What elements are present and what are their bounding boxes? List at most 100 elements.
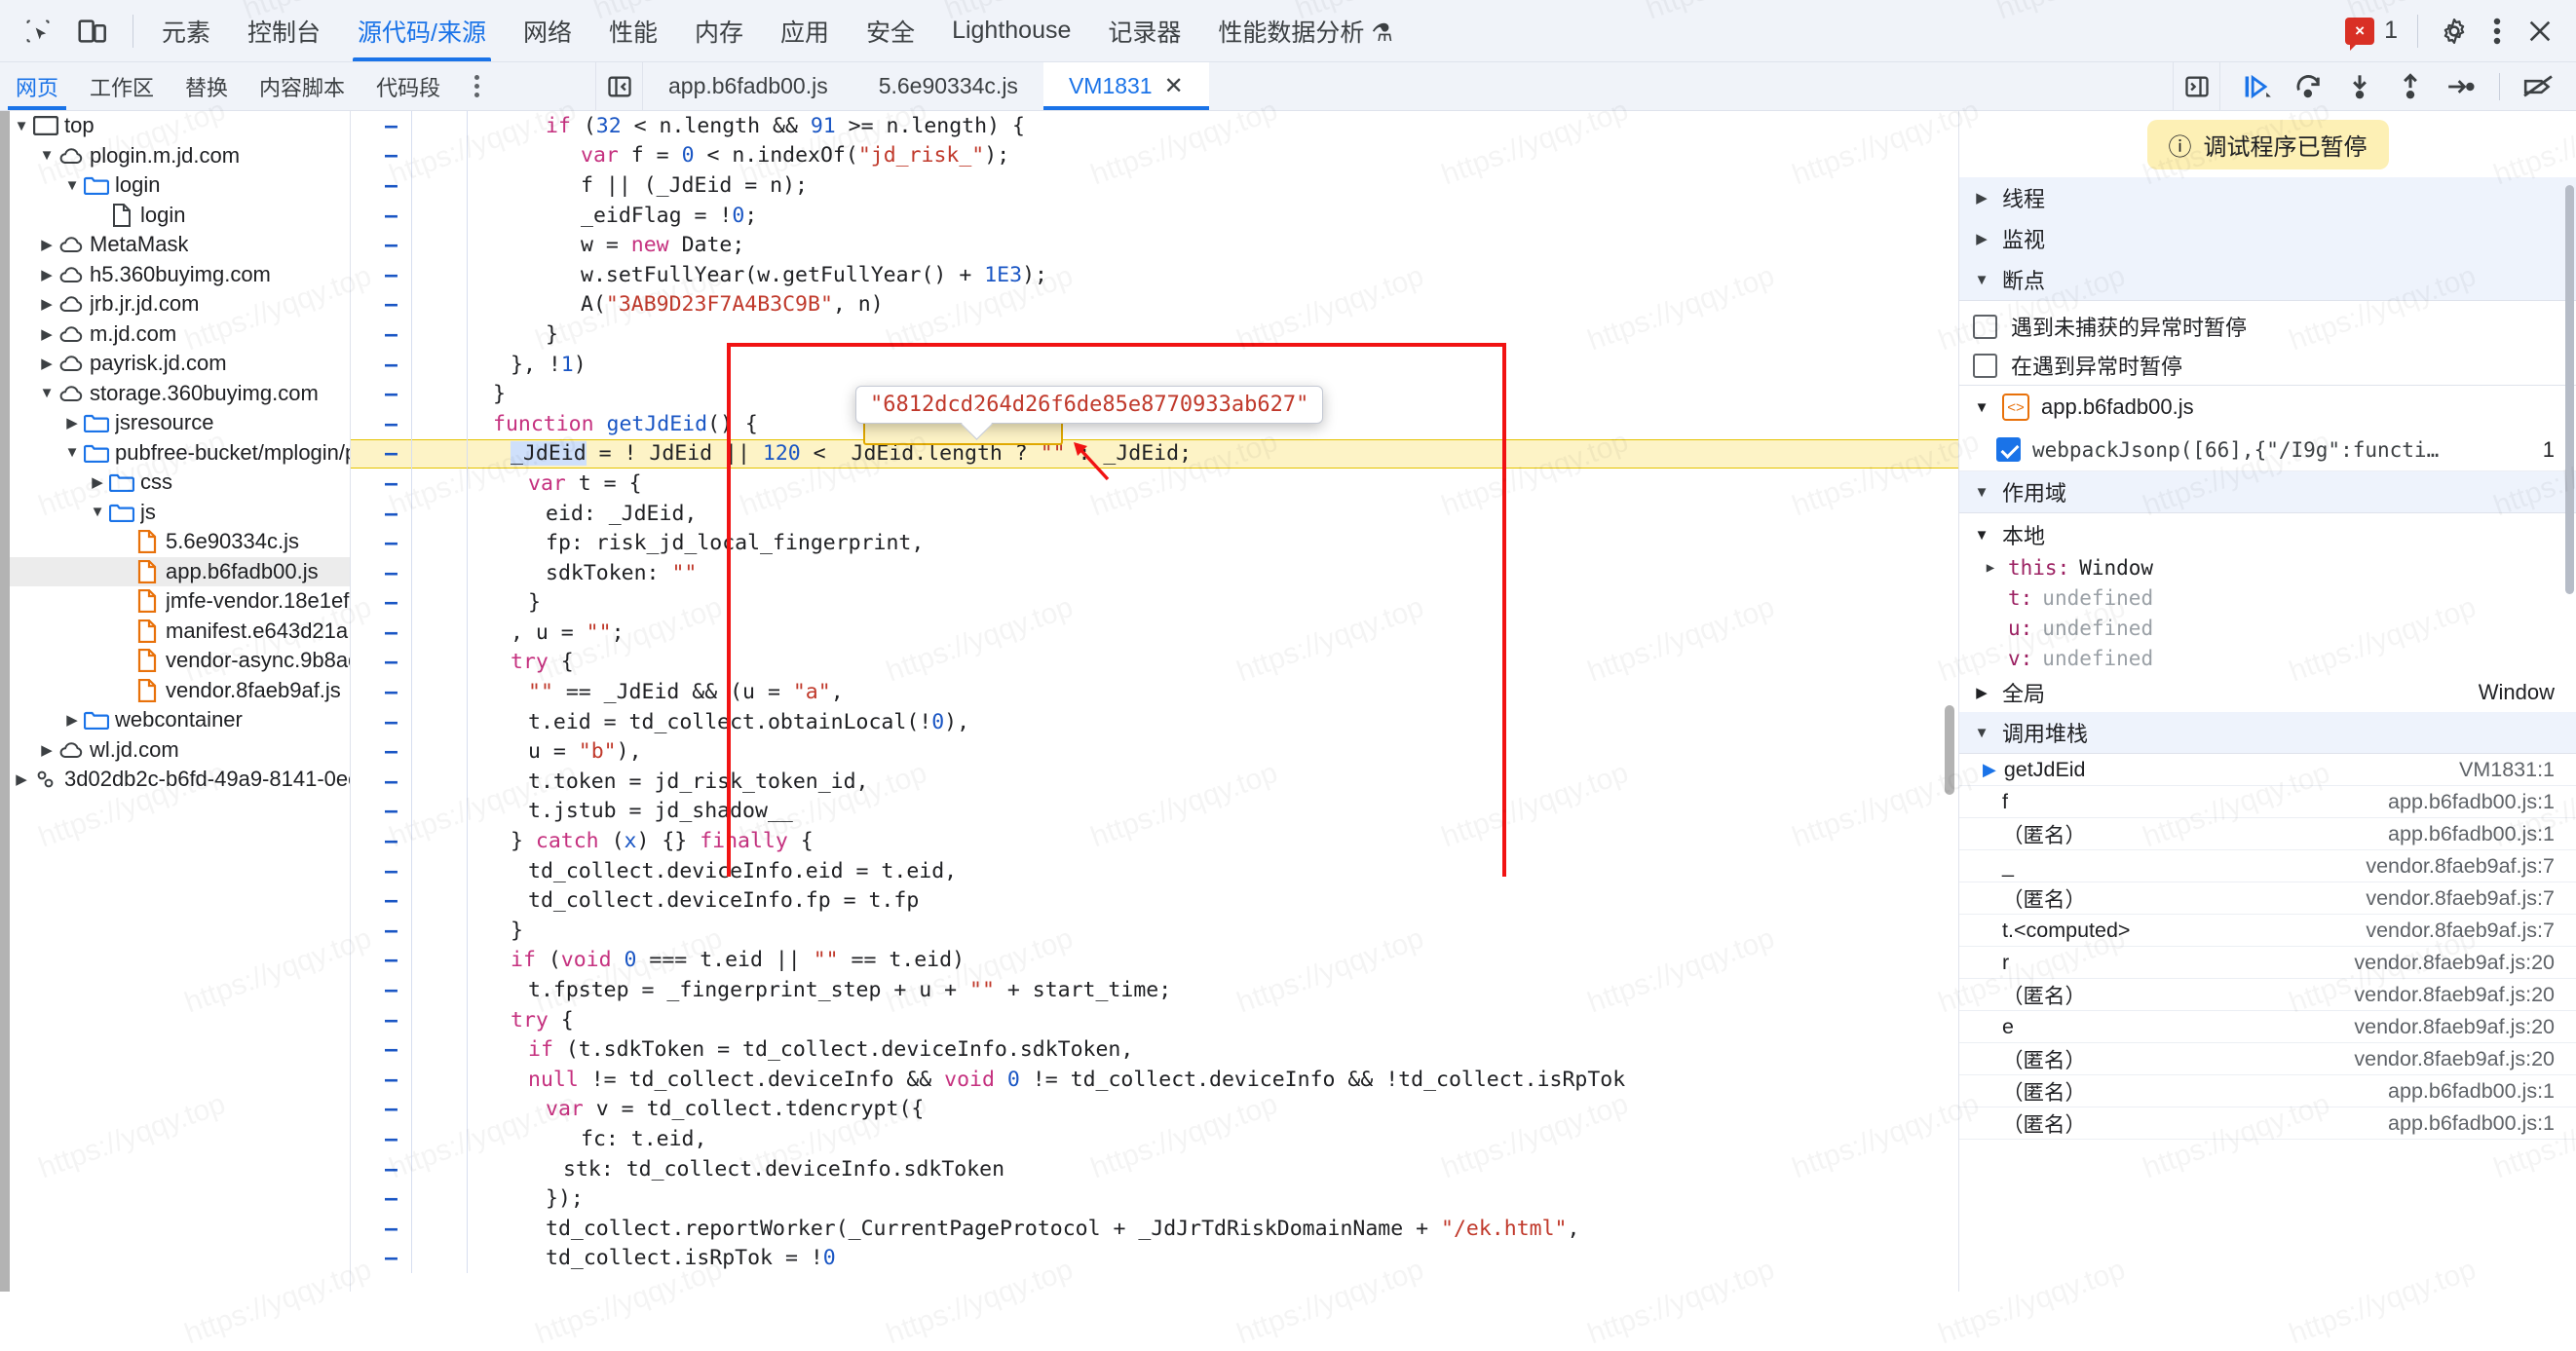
collapse-navigator-icon[interactable] — [596, 62, 643, 110]
resume-button[interactable] — [2236, 67, 2281, 106]
tree-item-payrisk-jd-com[interactable]: ▶payrisk.jd.com — [0, 349, 350, 379]
file-tab-app[interactable]: app.b6fadb00.js — [643, 62, 853, 110]
code-line[interactable]: –t.eid = td_collect.obtainLocal(!0), — [351, 707, 1958, 737]
code-line[interactable]: –try { — [351, 1005, 1958, 1035]
tree-item-3d02db2c-b6fd-49a9-8141-0ecbffd8aaf3[interactable]: ▶3d02db2c-b6fd-49a9-8141-0ecbffd8aaf3 — [0, 765, 350, 795]
code-line[interactable]: –sdkToken: "" — [351, 558, 1958, 588]
checkbox-pause-caught[interactable] — [1973, 354, 1997, 378]
scope-variable-t[interactable]: t:undefined — [1959, 582, 2576, 613]
tree-item-webcontainer[interactable]: ▶webcontainer — [0, 705, 350, 735]
call-stack-row[interactable]: （匿名）app.b6fadb00.js:1 — [1959, 818, 2576, 850]
code-line[interactable]: –A("3AB9D23F7A4B3C9B", n) — [351, 290, 1958, 320]
more-options-icon[interactable] — [2481, 15, 2514, 48]
code-line[interactable]: –if (t.sdkToken = td_collect.deviceInfo.… — [351, 1034, 1958, 1065]
call-stack-row[interactable]: （匿名）vendor.8faeb9af.js:7 — [1959, 882, 2576, 915]
tab-lighthouse[interactable]: Lighthouse — [933, 0, 1089, 61]
step-into-button[interactable] — [2337, 67, 2382, 106]
line-gutter[interactable]: – — [351, 620, 411, 645]
line-gutter[interactable]: – — [351, 1037, 411, 1062]
chevron-right-icon[interactable]: ▶ — [1983, 560, 1998, 576]
line-gutter[interactable]: – — [351, 710, 411, 734]
scope-variable-u[interactable]: u:undefined — [1959, 613, 2576, 643]
code-line[interactable]: –_eidFlag = !0; — [351, 201, 1958, 231]
line-gutter[interactable]: – — [351, 292, 411, 317]
call-stack-row[interactable]: ▶getJdEidVM1831:1 — [1959, 754, 2576, 786]
code-line[interactable]: –} catch (x) {} finally { — [351, 826, 1958, 856]
debugger-scrollbar[interactable] — [2565, 185, 2574, 594]
line-gutter[interactable]: – — [351, 888, 411, 913]
code-line[interactable]: –t.fpstep = _fingerprint_step + u + "" +… — [351, 975, 1958, 1005]
line-gutter[interactable]: – — [351, 322, 411, 347]
tab-elements[interactable]: 元素 — [143, 0, 229, 61]
checkbox-pause-uncaught[interactable] — [1973, 315, 1997, 339]
tab-application[interactable]: 应用 — [762, 0, 848, 61]
error-count-badge[interactable]: × 1 — [2345, 17, 2398, 45]
call-stack-row[interactable]: rvendor.8faeb9af.js:20 — [1959, 947, 2576, 979]
subtab-workspace[interactable]: 工作区 — [74, 62, 170, 110]
tab-memory[interactable]: 内存 — [676, 0, 762, 61]
tab-security[interactable]: 安全 — [848, 0, 933, 61]
line-gutter[interactable]: – — [351, 143, 411, 168]
chevron-down-icon[interactable]: ▼ — [62, 444, 82, 461]
tree-item-jmfe-vendor-18e1efeb-js[interactable]: jmfe-vendor.18e1efeb.js — [0, 586, 350, 617]
chevron-down-icon[interactable]: ▼ — [62, 177, 82, 194]
section-scope[interactable]: ▼ 作用域 — [1959, 471, 2576, 512]
call-stack-row[interactable]: （匿名）vendor.8faeb9af.js:20 — [1959, 1043, 2576, 1075]
line-gutter[interactable]: – — [351, 739, 411, 764]
tree-item-app-b6fadb00-js[interactable]: app.b6fadb00.js — [0, 557, 350, 587]
chevron-right-icon[interactable]: ▶ — [12, 770, 31, 788]
code-line[interactable]: –td_collect.deviceInfo.fp = t.fp — [351, 885, 1958, 916]
tree-item-wl-jd-com[interactable]: ▶wl.jd.com — [0, 735, 350, 766]
line-gutter[interactable]: – — [351, 173, 411, 198]
chevron-right-icon[interactable]: ▶ — [37, 741, 57, 759]
line-gutter[interactable]: – — [351, 412, 411, 436]
code-line[interactable]: –if (32 < n.length && 91 >= n.length) { — [351, 111, 1958, 141]
deactivate-breakpoints-button[interactable] — [2516, 67, 2560, 106]
call-stack-row[interactable]: （匿名）app.b6fadb00.js:1 — [1959, 1075, 2576, 1107]
call-stack-row[interactable]: _vendor.8faeb9af.js:7 — [1959, 850, 2576, 882]
line-gutter[interactable]: – — [351, 353, 411, 377]
step-out-button[interactable] — [2388, 67, 2433, 106]
code-line[interactable]: –, u = ""; — [351, 618, 1958, 648]
chevron-right-icon[interactable]: ▶ — [88, 473, 107, 491]
breakpoint-file-row[interactable]: ▼ <> app.b6fadb00.js — [1959, 386, 2576, 429]
code-line[interactable]: –f || (_JdEid = n); — [351, 170, 1958, 201]
code-line[interactable]: –null != td_collect.deviceInfo && void 0… — [351, 1065, 1958, 1095]
code-line[interactable]: –td_collect.isRpTok = !0 — [351, 1244, 1958, 1274]
call-stack-row[interactable]: evendor.8faeb9af.js:20 — [1959, 1011, 2576, 1043]
code-line[interactable]: –td_collect.deviceInfo.eid = t.eid, — [351, 856, 1958, 886]
code-line[interactable]: –_JdEid = ! JdEid || 120 < JdEid.length … — [351, 439, 1958, 469]
chevron-down-icon[interactable]: ▼ — [37, 385, 57, 401]
scope-global-row[interactable]: ▶ 全局 Window — [1959, 673, 2576, 712]
scope-local-header[interactable]: ▼ 本地 — [1959, 517, 2576, 552]
subtab-content-scripts[interactable]: 内容脚本 — [244, 62, 360, 110]
editor-scrollbar[interactable] — [1945, 705, 1954, 795]
code-editor[interactable]: –if (32 < n.length && 91 >= n.length) {–… — [351, 111, 1958, 1292]
code-line[interactable]: –t.jstub = jd_shadow__ — [351, 797, 1958, 827]
chevron-down-icon[interactable]: ▼ — [88, 504, 107, 520]
line-gutter[interactable]: – — [351, 561, 411, 585]
line-gutter[interactable]: – — [351, 1097, 411, 1121]
chevron-down-icon[interactable]: ▼ — [37, 147, 57, 164]
tab-network[interactable]: 网络 — [505, 0, 590, 61]
line-gutter[interactable]: – — [351, 859, 411, 883]
section-threads[interactable]: ▶ 线程 — [1959, 177, 2576, 218]
section-watch[interactable]: ▶ 监视 — [1959, 218, 2576, 259]
call-stack-row[interactable]: t.<computed>vendor.8faeb9af.js:7 — [1959, 915, 2576, 947]
scope-variable-v[interactable]: v:undefined — [1959, 643, 2576, 673]
chevron-down-icon[interactable]: ▼ — [12, 118, 31, 134]
line-gutter[interactable]: – — [351, 1186, 411, 1211]
chevron-right-icon[interactable]: ▶ — [37, 355, 57, 372]
chevron-right-icon[interactable]: ▶ — [37, 325, 57, 343]
tree-item-storage-360buyimg-com[interactable]: ▼storage.360buyimg.com — [0, 379, 350, 409]
tree-item-login[interactable]: ▼login — [0, 170, 350, 201]
line-gutter[interactable]: – — [351, 590, 411, 615]
file-tab-chunk5[interactable]: 5.6e90334c.js — [853, 62, 1043, 110]
code-line[interactable]: –}); — [351, 1183, 1958, 1214]
line-gutter[interactable]: – — [351, 1068, 411, 1092]
subtab-page[interactable]: 网页 — [0, 62, 74, 110]
line-gutter[interactable]: – — [351, 531, 411, 555]
code-line[interactable]: –fp: risk_jd_local_fingerprint, — [351, 528, 1958, 558]
tree-item-plogin-m-jd-com[interactable]: ▼plogin.m.jd.com — [0, 141, 350, 171]
section-call-stack[interactable]: ▼ 调用堆栈 — [1959, 712, 2576, 753]
